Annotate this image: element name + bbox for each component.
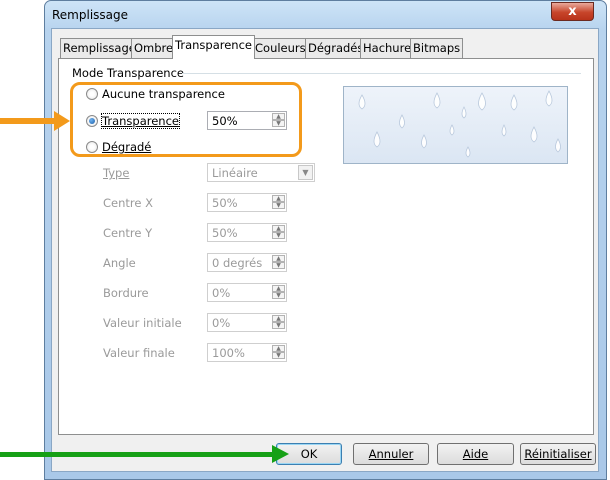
spin-down-icon[interactable]: ▼ [272, 322, 285, 329]
orange-arrowhead-icon [54, 111, 70, 131]
tab-transparence[interactable]: Transparence [172, 35, 255, 59]
tab-couleurs[interactable]: Couleurs [252, 38, 309, 58]
group-divider [182, 73, 581, 74]
green-arrowhead-icon [272, 445, 289, 463]
droplets-preview-image [358, 90, 561, 158]
bordure-spinner[interactable]: 0% ▲ ▼ [207, 283, 287, 302]
tab-degrades[interactable]: Dégradés [305, 38, 367, 58]
label-centre-y: Centre Y [103, 226, 153, 240]
highlight-box [70, 82, 302, 157]
green-arrow-icon [0, 452, 276, 457]
spin-down-icon[interactable]: ▼ [272, 352, 285, 359]
tab-ombre[interactable]: Ombre [131, 38, 177, 58]
valeur-initiale-spinner[interactable]: 0% ▲ ▼ [207, 313, 287, 332]
type-dropdown[interactable]: Linéaire ▼ [207, 163, 315, 182]
spin-down-icon[interactable]: ▼ [272, 202, 285, 209]
spin-up-icon[interactable]: ▲ [272, 255, 285, 262]
spin-down-icon[interactable]: ▼ [272, 232, 285, 239]
spin-down-icon[interactable]: ▼ [272, 292, 285, 299]
tab-remplissage[interactable]: Remplissage [60, 38, 139, 58]
spin-down-icon[interactable]: ▼ [272, 262, 285, 269]
tab-hachure[interactable]: Hachure [360, 38, 415, 58]
help-button[interactable]: Aide [437, 443, 514, 465]
spin-up-icon[interactable]: ▲ [272, 315, 285, 322]
spin-up-icon[interactable]: ▲ [272, 195, 285, 202]
spin-up-icon[interactable]: ▲ [272, 225, 285, 232]
reset-button[interactable]: Réinitialiser [520, 443, 596, 465]
centre-x-spinner[interactable]: 50% ▲ ▼ [207, 193, 287, 212]
valeur-finale-spinner[interactable]: 100% ▲ ▼ [207, 343, 287, 362]
label-type: Type [103, 166, 130, 180]
label-centre-x: Centre X [103, 196, 153, 210]
centre-y-spinner[interactable]: 50% ▲ ▼ [207, 223, 287, 242]
label-valeur-initiale: Valeur initiale [103, 316, 182, 330]
cancel-button[interactable]: Annuler [353, 443, 429, 465]
orange-arrow-icon [0, 118, 58, 124]
label-valeur-finale: Valeur finale [103, 346, 175, 360]
spin-up-icon[interactable]: ▲ [272, 285, 285, 292]
label-angle: Angle [103, 256, 136, 270]
chevron-down-icon[interactable]: ▼ [298, 165, 313, 180]
tab-bitmaps[interactable]: Bitmaps [410, 38, 464, 58]
window-title: Remplissage [52, 8, 129, 22]
group-label-mode-transparence: Mode Transparence [72, 66, 184, 80]
close-button[interactable]: x [551, 2, 594, 21]
spin-up-icon[interactable]: ▲ [272, 345, 285, 352]
label-bordure: Bordure [103, 286, 149, 300]
transparency-preview [343, 86, 568, 164]
angle-spinner[interactable]: 0 degrés ▲ ▼ [207, 253, 287, 272]
